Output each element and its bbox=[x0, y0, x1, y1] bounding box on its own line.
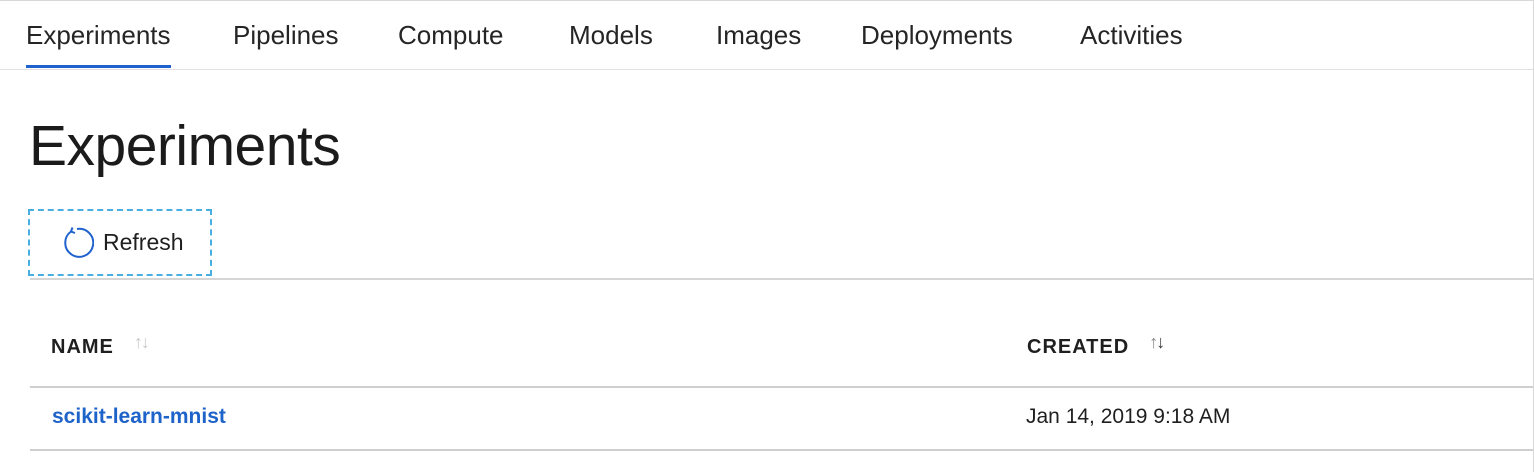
experiment-name-link[interactable]: scikit-learn-mnist bbox=[52, 405, 226, 429]
sort-icon[interactable]: ↑↓ bbox=[134, 332, 150, 353]
tab-deployments[interactable]: Deployments bbox=[861, 17, 1013, 53]
table-row: scikit-learn-mnist Jan 14, 2019 9:18 AM bbox=[30, 388, 1533, 451]
experiments-page: Experiments Pipelines Compute Models Ima… bbox=[0, 0, 1534, 472]
refresh-icon bbox=[60, 226, 95, 260]
table-header: NAME ↑↓ CREATED ↑↓ bbox=[30, 279, 1533, 388]
column-header-label: CREATED bbox=[1027, 336, 1130, 358]
tab-compute[interactable]: Compute bbox=[398, 17, 504, 53]
created-date: Jan 14, 2019 9:18 AM bbox=[1026, 405, 1231, 428]
refresh-button[interactable]: Refresh bbox=[28, 209, 212, 276]
tab-activities[interactable]: Activities bbox=[1080, 17, 1183, 53]
top-nav-tabs: Experiments Pipelines Compute Models Ima… bbox=[0, 1, 1533, 70]
tab-pipelines[interactable]: Pipelines bbox=[233, 17, 339, 53]
column-header-label: NAME bbox=[51, 336, 114, 358]
refresh-label: Refresh bbox=[103, 229, 184, 255]
column-header-created[interactable]: CREATED ↑↓ bbox=[1027, 332, 1165, 359]
tab-experiments[interactable]: Experiments bbox=[26, 17, 171, 68]
sort-icon[interactable]: ↑↓ bbox=[1149, 332, 1165, 353]
tab-models[interactable]: Models bbox=[569, 17, 653, 53]
column-header-name[interactable]: NAME ↑↓ bbox=[51, 332, 150, 359]
page-title: Experiments bbox=[29, 114, 341, 178]
tab-images[interactable]: Images bbox=[716, 17, 801, 53]
